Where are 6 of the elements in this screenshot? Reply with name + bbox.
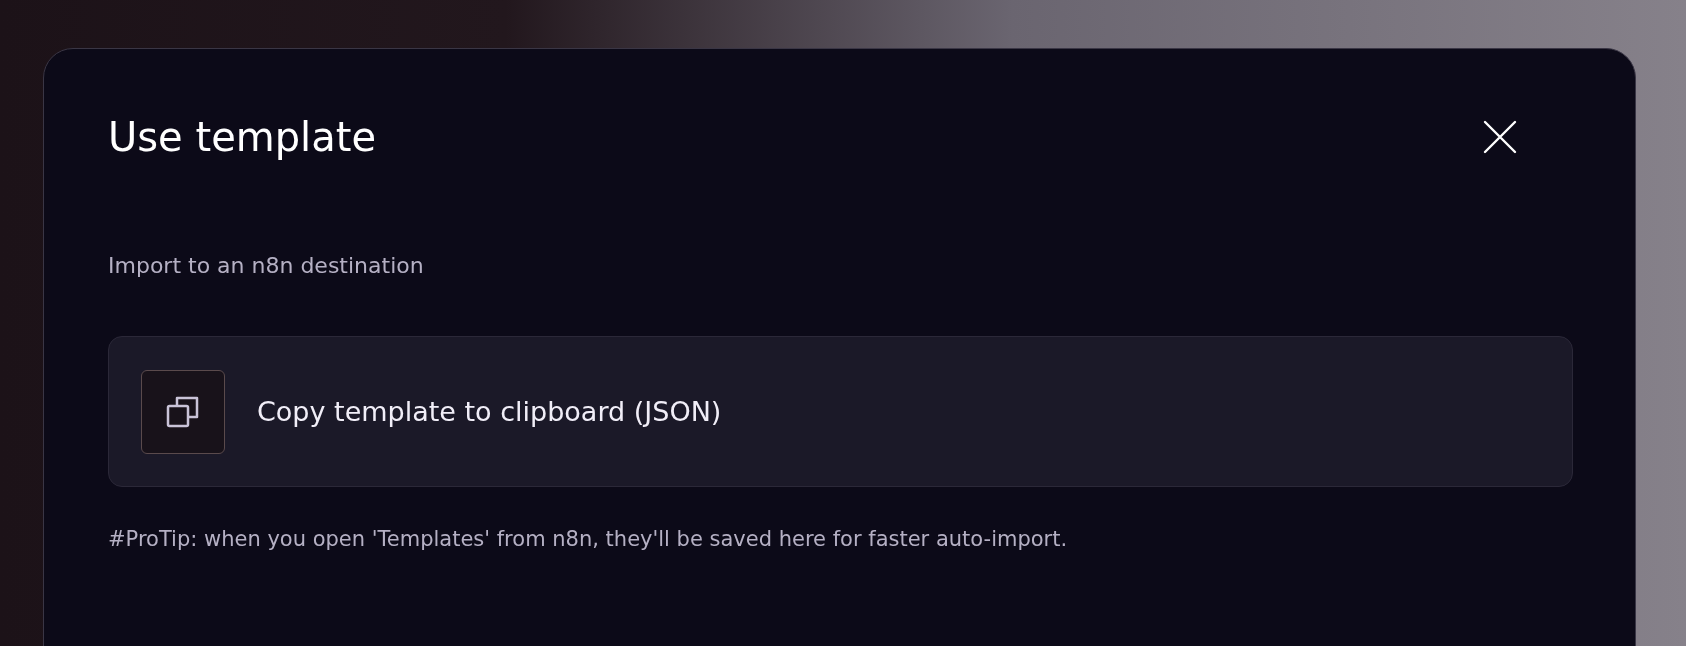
- option-label: Copy template to clipboard (JSON): [257, 396, 722, 427]
- tip-text: #ProTip: when you open 'Templates' from n8n, they'll be saved here for faster auto-import.: [108, 527, 1069, 551]
- close-icon: [1483, 120, 1517, 154]
- dialog-subtitle: Import to an n8n destination: [108, 253, 425, 278]
- dialog-title: Use template: [108, 114, 376, 160]
- copy-option[interactable]: Copy template to clipboard (JSON): [108, 336, 1573, 487]
